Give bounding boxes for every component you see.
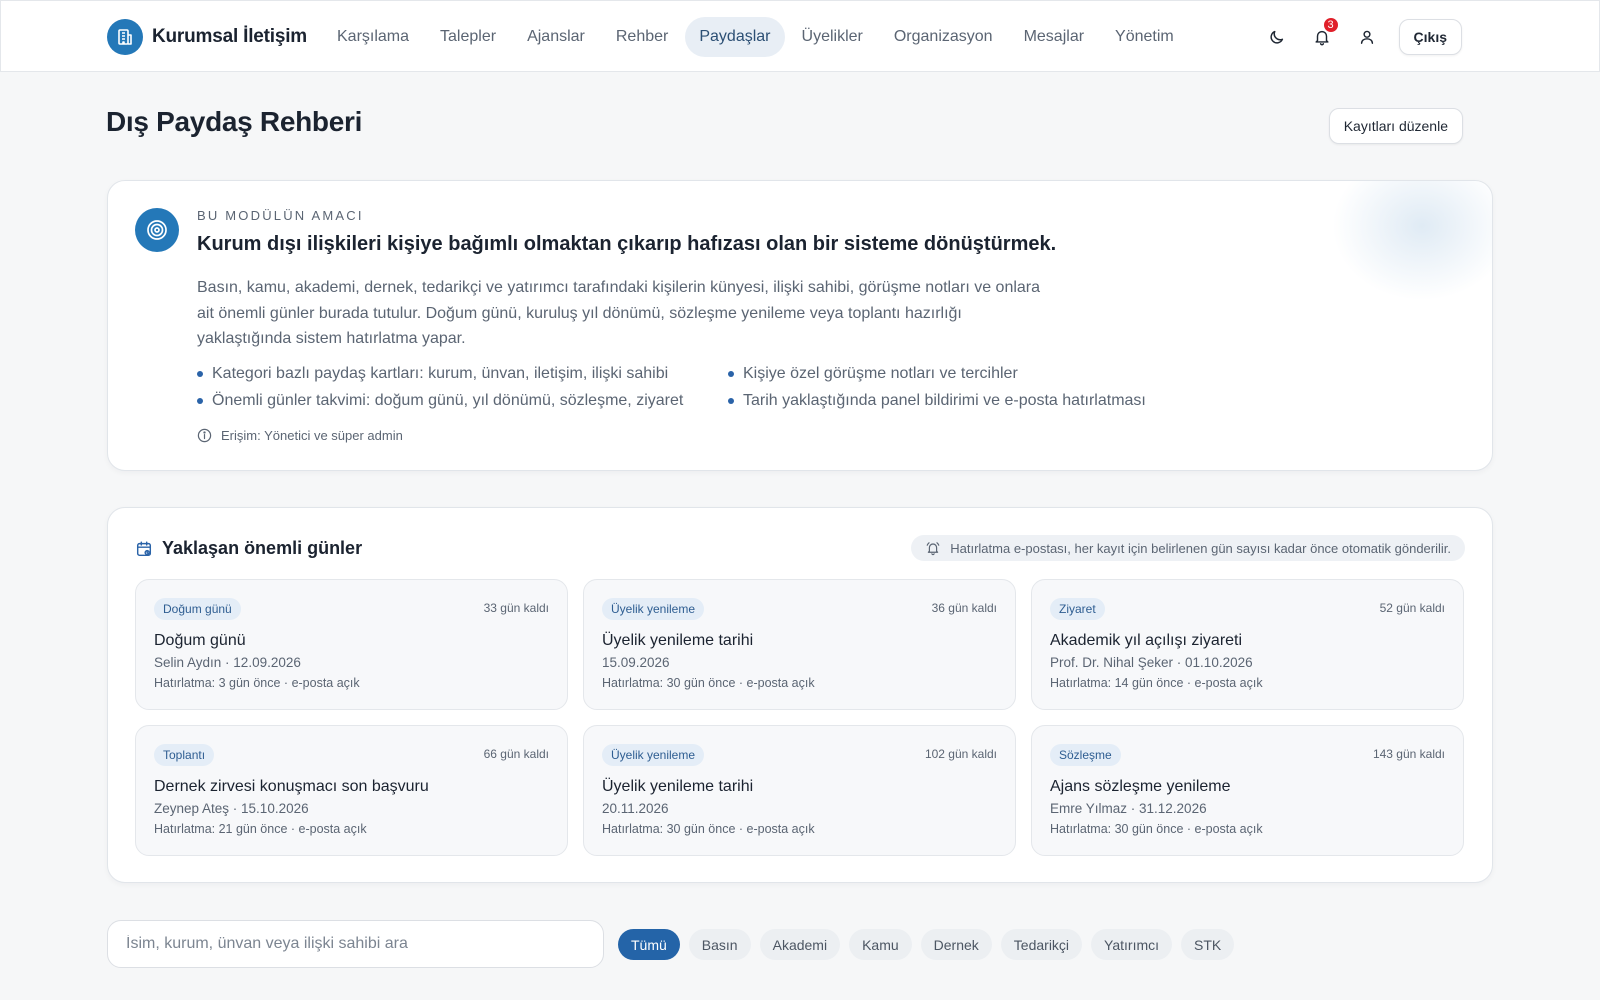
nav-item-mesajlar[interactable]: Mesajlar xyxy=(1010,17,1098,57)
top-actions: 3 Çıkış xyxy=(1250,16,1462,55)
event-tag: Üyelik yenileme xyxy=(602,744,705,766)
filter-chip-kamu[interactable]: Kamu xyxy=(849,929,912,960)
event-days-left: 52 gün kaldı xyxy=(1379,601,1445,615)
event-tag: Toplantı xyxy=(154,744,215,766)
event-reminder: Hatırlatma: 30 gün önce · e-posta açık xyxy=(1050,822,1263,836)
theme-toggle-button[interactable] xyxy=(1259,19,1295,55)
event-card[interactable]: Toplantı 66 gün kaldı Dernek zirvesi kon… xyxy=(135,725,568,856)
filter-chip-stk[interactable]: STK xyxy=(1181,929,1235,960)
list-item: Kategori bazlı paydaş kartları: kurum, ü… xyxy=(197,365,668,383)
purpose-title: Kurum dışı ilişkileri kişiye bağımlı olm… xyxy=(197,233,1057,255)
bell-ring-icon xyxy=(926,542,940,556)
event-title: Üyelik yenileme tarihi xyxy=(602,632,754,649)
bullet-text: Tarih yaklaştığında panel bildirimi ve e… xyxy=(743,392,1146,409)
notification-badge: 3 xyxy=(1321,16,1340,34)
event-tag: Doğum günü xyxy=(154,598,241,620)
event-subtitle: Zeynep Ateş · 15.10.2026 xyxy=(154,801,309,816)
event-days-left: 33 gün kaldı xyxy=(483,601,549,615)
nav-item-uyelikler[interactable]: Üyelikler xyxy=(788,17,877,57)
category-filters: Tümü Basın Akademi Kamu Dernek Tedarikçi… xyxy=(618,929,1243,960)
event-card[interactable]: Üyelik yenileme 102 gün kaldı Üyelik yen… xyxy=(583,725,1016,856)
info-icon xyxy=(197,428,212,443)
nav-item-rehber[interactable]: Rehber xyxy=(602,17,682,57)
upcoming-header: Yaklaşan önemli günler xyxy=(135,538,362,559)
nav-item-ajanslar[interactable]: Ajanslar xyxy=(513,17,599,57)
event-reminder: Hatırlatma: 21 gün önce · e-posta açık xyxy=(154,822,367,836)
moon-icon xyxy=(1270,30,1283,44)
event-card[interactable]: Sözleşme 143 gün kaldı Ajans sözleşme ye… xyxy=(1031,725,1464,856)
search-input[interactable] xyxy=(107,920,604,968)
bullet-text: Önemli günler takvimi: doğum günü, yıl d… xyxy=(212,392,684,409)
list-item: Kişiye özel görüşme notları ve tercihler xyxy=(728,365,1018,383)
filter-chip-dernek[interactable]: Dernek xyxy=(920,929,992,960)
filter-chip-yatirimci[interactable]: Yatırımcı xyxy=(1091,929,1173,960)
event-days-left: 102 gün kaldı xyxy=(924,747,997,761)
filter-chip-tedarikci[interactable]: Tedarikçi xyxy=(1000,929,1083,960)
event-reminder: Hatırlatma: 30 gün önce · e-posta açık xyxy=(602,822,815,836)
target-icon xyxy=(135,208,179,252)
event-subtitle: Selin Aydın · 12.09.2026 xyxy=(154,655,301,670)
reminder-note-text: Hatırlatma e-postası, her kayıt için bel… xyxy=(950,540,1451,556)
bullet-dot xyxy=(197,371,203,377)
list-item: Önemli günler takvimi: doğum günü, yıl d… xyxy=(197,392,683,410)
purpose-kicker: BU MODÜLÜN AMACI xyxy=(197,208,364,223)
building-icon xyxy=(107,19,143,55)
bullet-dot xyxy=(728,371,734,377)
event-subtitle: Prof. Dr. Nihal Şeker · 01.10.2026 xyxy=(1050,655,1253,670)
user-icon xyxy=(1360,30,1373,45)
event-reminder: Hatırlatma: 14 gün önce · e-posta açık xyxy=(1050,676,1263,690)
notifications-button[interactable]: 3 xyxy=(1304,16,1340,55)
upcoming-title: Yaklaşan önemli günler xyxy=(162,538,363,558)
bullet-text: Kategori bazlı paydaş kartları: kurum, ü… xyxy=(212,365,669,382)
event-tag: Üyelik yenileme xyxy=(602,598,705,620)
logout-button[interactable]: Çıkış xyxy=(1398,19,1462,55)
event-reminder: Hatırlatma: 3 gün önce · e-posta açık xyxy=(154,676,360,690)
nav-item-talepler[interactable]: Talepler xyxy=(426,17,510,57)
decorative-glow xyxy=(1332,181,1492,301)
reminder-note: Hatırlatma e-postası, her kayıt için bel… xyxy=(911,535,1465,561)
purpose-description: Basın, kamu, akademi, dernek, tedarikçi … xyxy=(197,279,1041,347)
event-tag: Sözleşme xyxy=(1050,744,1121,766)
nav-item-organizasyon[interactable]: Organizasyon xyxy=(880,17,1007,57)
module-purpose-card: BU MODÜLÜN AMACI Kurum dışı ilişkileri k… xyxy=(107,180,1493,471)
brand-name: Kurumsal İletişim xyxy=(152,26,307,47)
edit-records-button[interactable]: Kayıtları düzenle xyxy=(1328,108,1463,144)
event-subtitle: 20.11.2026 xyxy=(602,801,669,816)
event-days-left: 36 gün kaldı xyxy=(931,601,997,615)
event-subtitle: Emre Yılmaz · 31.12.2026 xyxy=(1050,801,1207,816)
access-text: Erişim: Yönetici ve süper admin xyxy=(221,428,403,443)
event-subtitle: 15.09.2026 xyxy=(602,655,670,670)
event-card[interactable]: Doğum günü 33 gün kaldı Doğum günü Selin… xyxy=(135,579,568,710)
access-info: Erişim: Yönetici ve süper admin xyxy=(197,428,403,443)
nav-item-yonetim[interactable]: Yönetim xyxy=(1101,17,1188,57)
event-title: Üyelik yenileme tarihi xyxy=(602,778,754,795)
event-title: Ajans sözleşme yenileme xyxy=(1050,778,1231,795)
event-reminder: Hatırlatma: 30 gün önce · e-posta açık xyxy=(602,676,815,690)
bullet-dot xyxy=(728,398,734,404)
event-title: Akademik yıl açılışı ziyareti xyxy=(1050,632,1243,649)
calendar-icon xyxy=(136,541,152,556)
nav-item-karsilama[interactable]: Karşılama xyxy=(323,17,423,57)
profile-button[interactable] xyxy=(1349,19,1385,55)
brand[interactable]: Kurumsal İletişim xyxy=(107,19,307,55)
main-nav: Karşılama Talepler Ajanslar Rehber Payda… xyxy=(323,17,1191,57)
event-title: Dernek zirvesi konuşmacı son başvuru xyxy=(154,778,429,795)
filter-chip-basin[interactable]: Basın xyxy=(688,929,751,960)
top-bar: Kurumsal İletişim Karşılama Talepler Aja… xyxy=(0,0,1600,72)
event-card[interactable]: Üyelik yenileme 36 gün kaldı Üyelik yeni… xyxy=(583,579,1016,710)
filter-chip-akademi[interactable]: Akademi xyxy=(759,929,841,960)
bullet-text: Kişiye özel görüşme notları ve tercihler xyxy=(743,365,1018,382)
bullet-dot xyxy=(197,398,203,404)
nav-item-paydaslar[interactable]: Paydaşlar xyxy=(685,17,785,57)
event-days-left: 143 gün kaldı xyxy=(1372,747,1445,761)
upcoming-days-card: Yaklaşan önemli günler Hatırlatma e-post… xyxy=(107,507,1493,883)
event-tag: Ziyaret xyxy=(1050,598,1105,620)
page-title: Dış Paydaş Rehberi xyxy=(106,106,363,137)
list-item: Tarih yaklaştığında panel bildirimi ve e… xyxy=(728,392,1146,410)
event-days-left: 66 gün kaldı xyxy=(483,747,549,761)
filter-chip-tumu[interactable]: Tümü xyxy=(618,929,680,960)
event-title: Doğum günü xyxy=(154,632,246,649)
event-card[interactable]: Ziyaret 52 gün kaldı Akademik yıl açılış… xyxy=(1031,579,1464,710)
